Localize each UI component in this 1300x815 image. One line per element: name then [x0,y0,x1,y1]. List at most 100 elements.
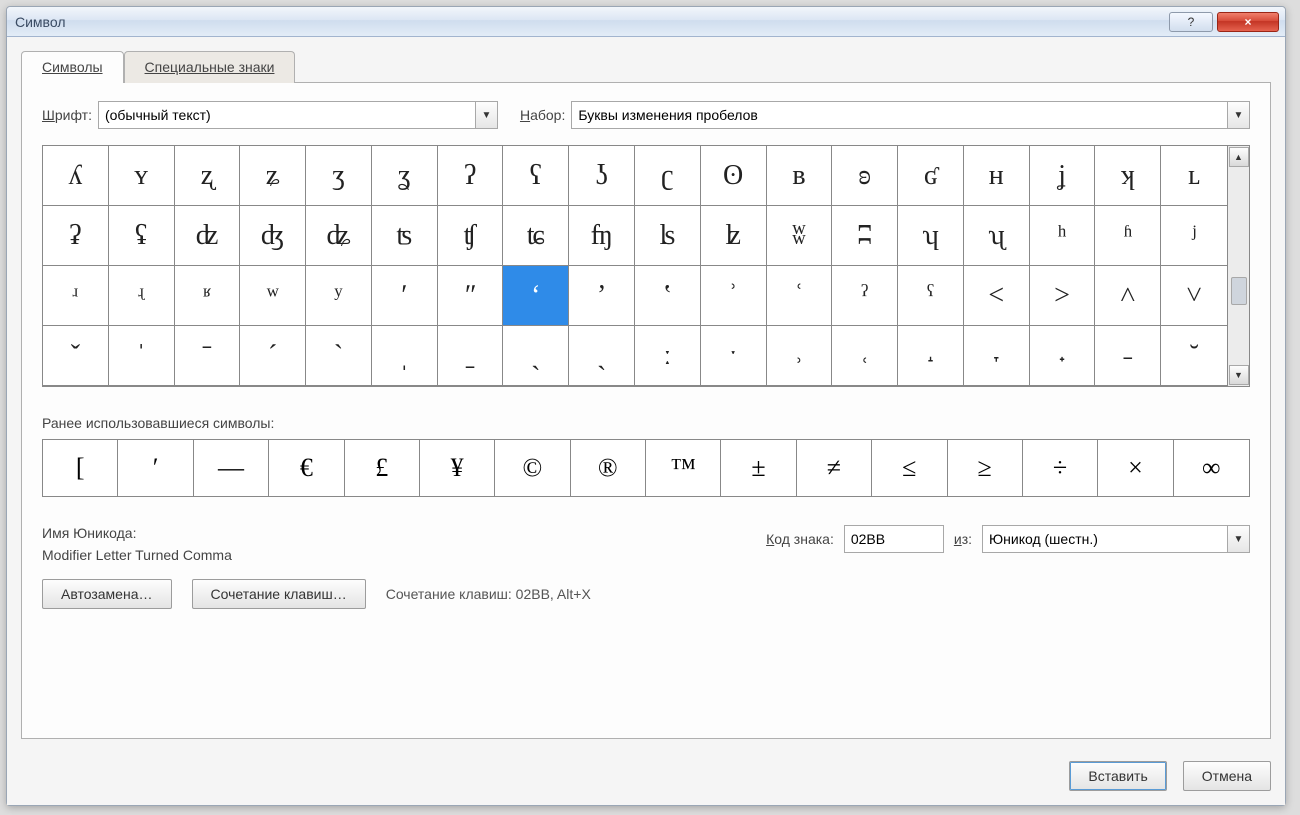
subset-combo[interactable]: ▼ [571,101,1250,129]
symbol-cell[interactable]: ʴ [43,266,109,326]
recent-symbol-cell[interactable]: ÷ [1023,440,1098,496]
symbol-cell[interactable]: ʽ [635,266,701,326]
symbol-cell[interactable]: ʚ [832,146,898,206]
tab-special-chars[interactable]: Специальные знаки [124,51,296,83]
scrollbar[interactable]: ▲ ▼ [1227,146,1249,386]
symbol-cell[interactable]: ʸ [306,266,372,326]
symbol-cell[interactable]: ʣ [175,206,241,266]
symbol-cell[interactable]: ˄ [1095,266,1161,326]
symbol-cell[interactable]: ˇ [43,326,109,386]
recent-symbol-cell[interactable]: × [1098,440,1173,496]
recent-symbols-grid[interactable]: [′—€£¥©®™±≠≤≥÷×∞ [42,439,1250,497]
symbol-cell[interactable]: ʕ [503,146,569,206]
symbol-cell[interactable]: ʢ [109,206,175,266]
symbol-cell[interactable]: ʔ [438,146,504,206]
symbol-cell[interactable]: ʷ [240,266,306,326]
recent-symbol-cell[interactable]: £ [345,440,420,496]
symbol-cell[interactable]: ˂ [964,266,1030,326]
symbol-cell[interactable]: ˅ [1161,266,1227,326]
symbol-cell[interactable]: ˉ [175,326,241,386]
chevron-down-icon[interactable]: ▼ [1227,526,1249,552]
symbol-cell[interactable]: ʘ [701,146,767,206]
recent-symbol-cell[interactable]: ¥ [420,440,495,496]
symbol-cell[interactable]: ʰ [1030,206,1096,266]
recent-symbol-cell[interactable]: € [269,440,344,496]
font-combo[interactable]: ▼ [98,101,498,129]
recent-symbol-cell[interactable]: ™ [646,440,721,496]
symbol-cell[interactable]: ʞ [1095,146,1161,206]
recent-symbol-cell[interactable]: ® [571,440,646,496]
from-input[interactable] [983,527,1227,551]
symbol-cell[interactable]: ˈ [109,326,175,386]
symbol-cell[interactable]: ʗ [635,146,701,206]
symbol-cell[interactable]: ʱ [1095,206,1161,266]
shortcut-key-button[interactable]: Сочетание клавиш… [192,579,366,609]
chevron-down-icon[interactable]: ▼ [1227,102,1249,128]
symbol-cell[interactable]: ʧ [438,206,504,266]
autocorrect-button[interactable]: Автозамена… [42,579,172,609]
symbol-cell[interactable]: ː [635,326,701,386]
symbol-cell[interactable]: ʛ [898,146,964,206]
symbol-cell[interactable]: ˁ [898,266,964,326]
symbol-cell[interactable]: ʐ [175,146,241,206]
symbol-cell[interactable]: ˌ [372,326,438,386]
symbol-cell[interactable]: ˑ [701,326,767,386]
symbol-cell[interactable]: ʡ [43,206,109,266]
symbol-cell[interactable]: ˒ [767,326,833,386]
chevron-down-icon[interactable]: ▼ [475,102,497,128]
symbol-cell[interactable]: ʺ [438,266,504,326]
recent-symbol-cell[interactable]: © [495,440,570,496]
symbol-cell[interactable]: ˎ [503,326,569,386]
symbol-cell[interactable]: ˋ [306,326,372,386]
symbol-cell[interactable]: ʝ [1030,146,1096,206]
symbol-cell[interactable]: ʑ [240,146,306,206]
symbol-cell[interactable]: ʨ [503,206,569,266]
close-button[interactable]: × [1217,12,1279,32]
symbol-cell[interactable]: ʟ [1161,146,1227,206]
symbol-cell[interactable]: ʤ [240,206,306,266]
recent-symbol-cell[interactable]: ≠ [797,440,872,496]
symbol-cell[interactable]: ˓ [832,326,898,386]
tab-symbols[interactable]: Символы [21,51,124,83]
symbol-cell[interactable]: ʏ [109,146,175,206]
symbol-cell[interactable]: ʙ [767,146,833,206]
recent-symbol-cell[interactable]: ∞ [1174,440,1249,496]
font-input[interactable] [99,103,475,127]
subset-input[interactable] [572,103,1227,127]
symbol-cell[interactable]: ˔ [898,326,964,386]
scroll-thumb[interactable] [1231,277,1247,305]
symbol-cell[interactable]: ʫ [701,206,767,266]
symbol-cell[interactable]: ʬ [767,206,833,266]
symbol-cell[interactable]: ˕ [964,326,1030,386]
symbol-cell[interactable]: ʜ [964,146,1030,206]
symbol-cell[interactable]: ʯ [964,206,1030,266]
symbol-cell[interactable]: ʪ [635,206,701,266]
insert-button[interactable]: Вставить [1069,761,1166,791]
cancel-button[interactable]: Отмена [1183,761,1271,791]
symbol-cell[interactable]: ˖ [1030,326,1096,386]
symbol-cell[interactable]: ʎ [43,146,109,206]
recent-symbol-cell[interactable]: ≤ [872,440,947,496]
scroll-up-button[interactable]: ▲ [1229,147,1249,167]
code-input-wrap[interactable] [844,525,944,553]
symbol-cell[interactable]: ʹ [372,266,438,326]
help-button[interactable]: ? [1169,12,1213,32]
symbol-cell[interactable]: ʾ [701,266,767,326]
symbol-cell[interactable]: ˃ [1030,266,1096,326]
symbol-cell[interactable]: ˊ [240,326,306,386]
recent-symbol-cell[interactable]: [ [43,440,118,496]
symbol-cell[interactable]: ʶ [175,266,241,326]
symbol-cell[interactable]: ʭ [832,206,898,266]
symbol-cell[interactable]: ˘ [1161,326,1227,386]
symbol-cell[interactable]: ˀ [832,266,898,326]
recent-symbol-cell[interactable]: — [194,440,269,496]
recent-symbol-cell[interactable]: ± [721,440,796,496]
symbol-cell[interactable]: ʩ [569,206,635,266]
from-combo[interactable]: ▼ [982,525,1250,553]
symbol-grid[interactable]: ʎʏʐʑʒʓʔʕʖʗʘʙʚʛʜʝʞʟʡʢʣʤʥʦʧʨʩʪʫʬʭʮʯʰʱʲʴʵʶʷ… [43,146,1227,386]
symbol-cell[interactable]: ʒ [306,146,372,206]
symbol-cell[interactable]: ʥ [306,206,372,266]
symbol-cell[interactable]: ˗ [1095,326,1161,386]
symbol-cell[interactable]: ʵ [109,266,175,326]
symbol-cell[interactable]: ˏ [569,326,635,386]
